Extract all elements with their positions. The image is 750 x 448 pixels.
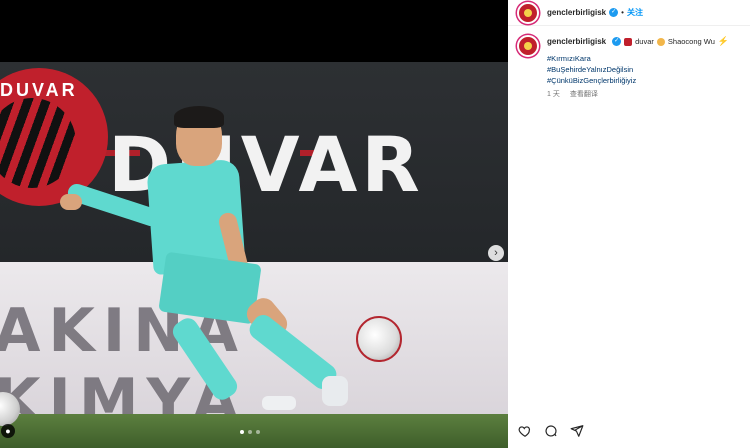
translate-link[interactable]: 查看翻译: [570, 89, 598, 100]
post-photo: DUVAR DUVAR AKINA KIMYA: [0, 62, 508, 448]
post-media[interactable]: DUVAR DUVAR AKINA KIMYA › ●: [0, 0, 508, 448]
author-username[interactable]: genclerbirligisk: [547, 8, 606, 17]
post-sidebar: genclerbirligisk ✓ • 关注 genclerbirligisk…: [508, 0, 750, 448]
player-boot: [262, 396, 296, 410]
hashtag-link[interactable]: #BuŞehirdeYalnızDeğilsin: [547, 64, 747, 75]
caption-text: duvar: [635, 37, 654, 46]
user-tag-icon[interactable]: ●: [1, 424, 15, 438]
post-header: genclerbirligisk ✓ • 关注: [508, 0, 750, 26]
caption-username[interactable]: genclerbirligisk: [547, 36, 606, 47]
hashtag-list: #KırmızıKara #BuŞehirdeYalnızDeğilsin #Ç…: [547, 53, 747, 86]
timestamp: 1 天: [547, 91, 560, 98]
hashtag-link[interactable]: #KırmızıKara: [547, 53, 747, 64]
carousel-dot: [240, 430, 244, 434]
tagged-user[interactable]: Shaocong Wu: [668, 36, 715, 47]
verified-badge-icon: ✓: [612, 37, 622, 46]
player-hand: [60, 194, 82, 210]
heart-icon[interactable]: [518, 424, 532, 438]
player-boot: [322, 376, 348, 406]
player-hair: [174, 106, 224, 128]
avatar[interactable]: [517, 1, 539, 24]
hand-emoji-icon: [656, 37, 665, 46]
caption-meta: 1 天 查看翻译: [547, 89, 747, 100]
logo-text: DUVAR: [0, 80, 78, 100]
lightning-icon: ⚡: [717, 36, 730, 46]
logo-stripes: [0, 98, 76, 188]
carousel-dots: [240, 430, 260, 434]
action-bar: [518, 424, 584, 438]
follow-button[interactable]: 关注: [627, 7, 643, 18]
caption: genclerbirligisk ✓ duvar Shaocong Wu ⚡ #…: [508, 26, 750, 100]
avatar[interactable]: [517, 35, 539, 57]
hashtag-link[interactable]: #ÇünküBizGençlerbirliğiyiz: [547, 75, 747, 86]
comment-icon[interactable]: [544, 424, 558, 438]
chevron-right-icon[interactable]: ›: [488, 245, 504, 261]
carousel-dot: [256, 430, 260, 434]
separator: •: [621, 8, 624, 17]
carousel-dot: [248, 430, 252, 434]
football: [356, 316, 402, 362]
club-emoji-icon: [624, 37, 633, 46]
verified-badge-icon: ✓: [609, 8, 619, 17]
share-icon[interactable]: [570, 424, 584, 438]
